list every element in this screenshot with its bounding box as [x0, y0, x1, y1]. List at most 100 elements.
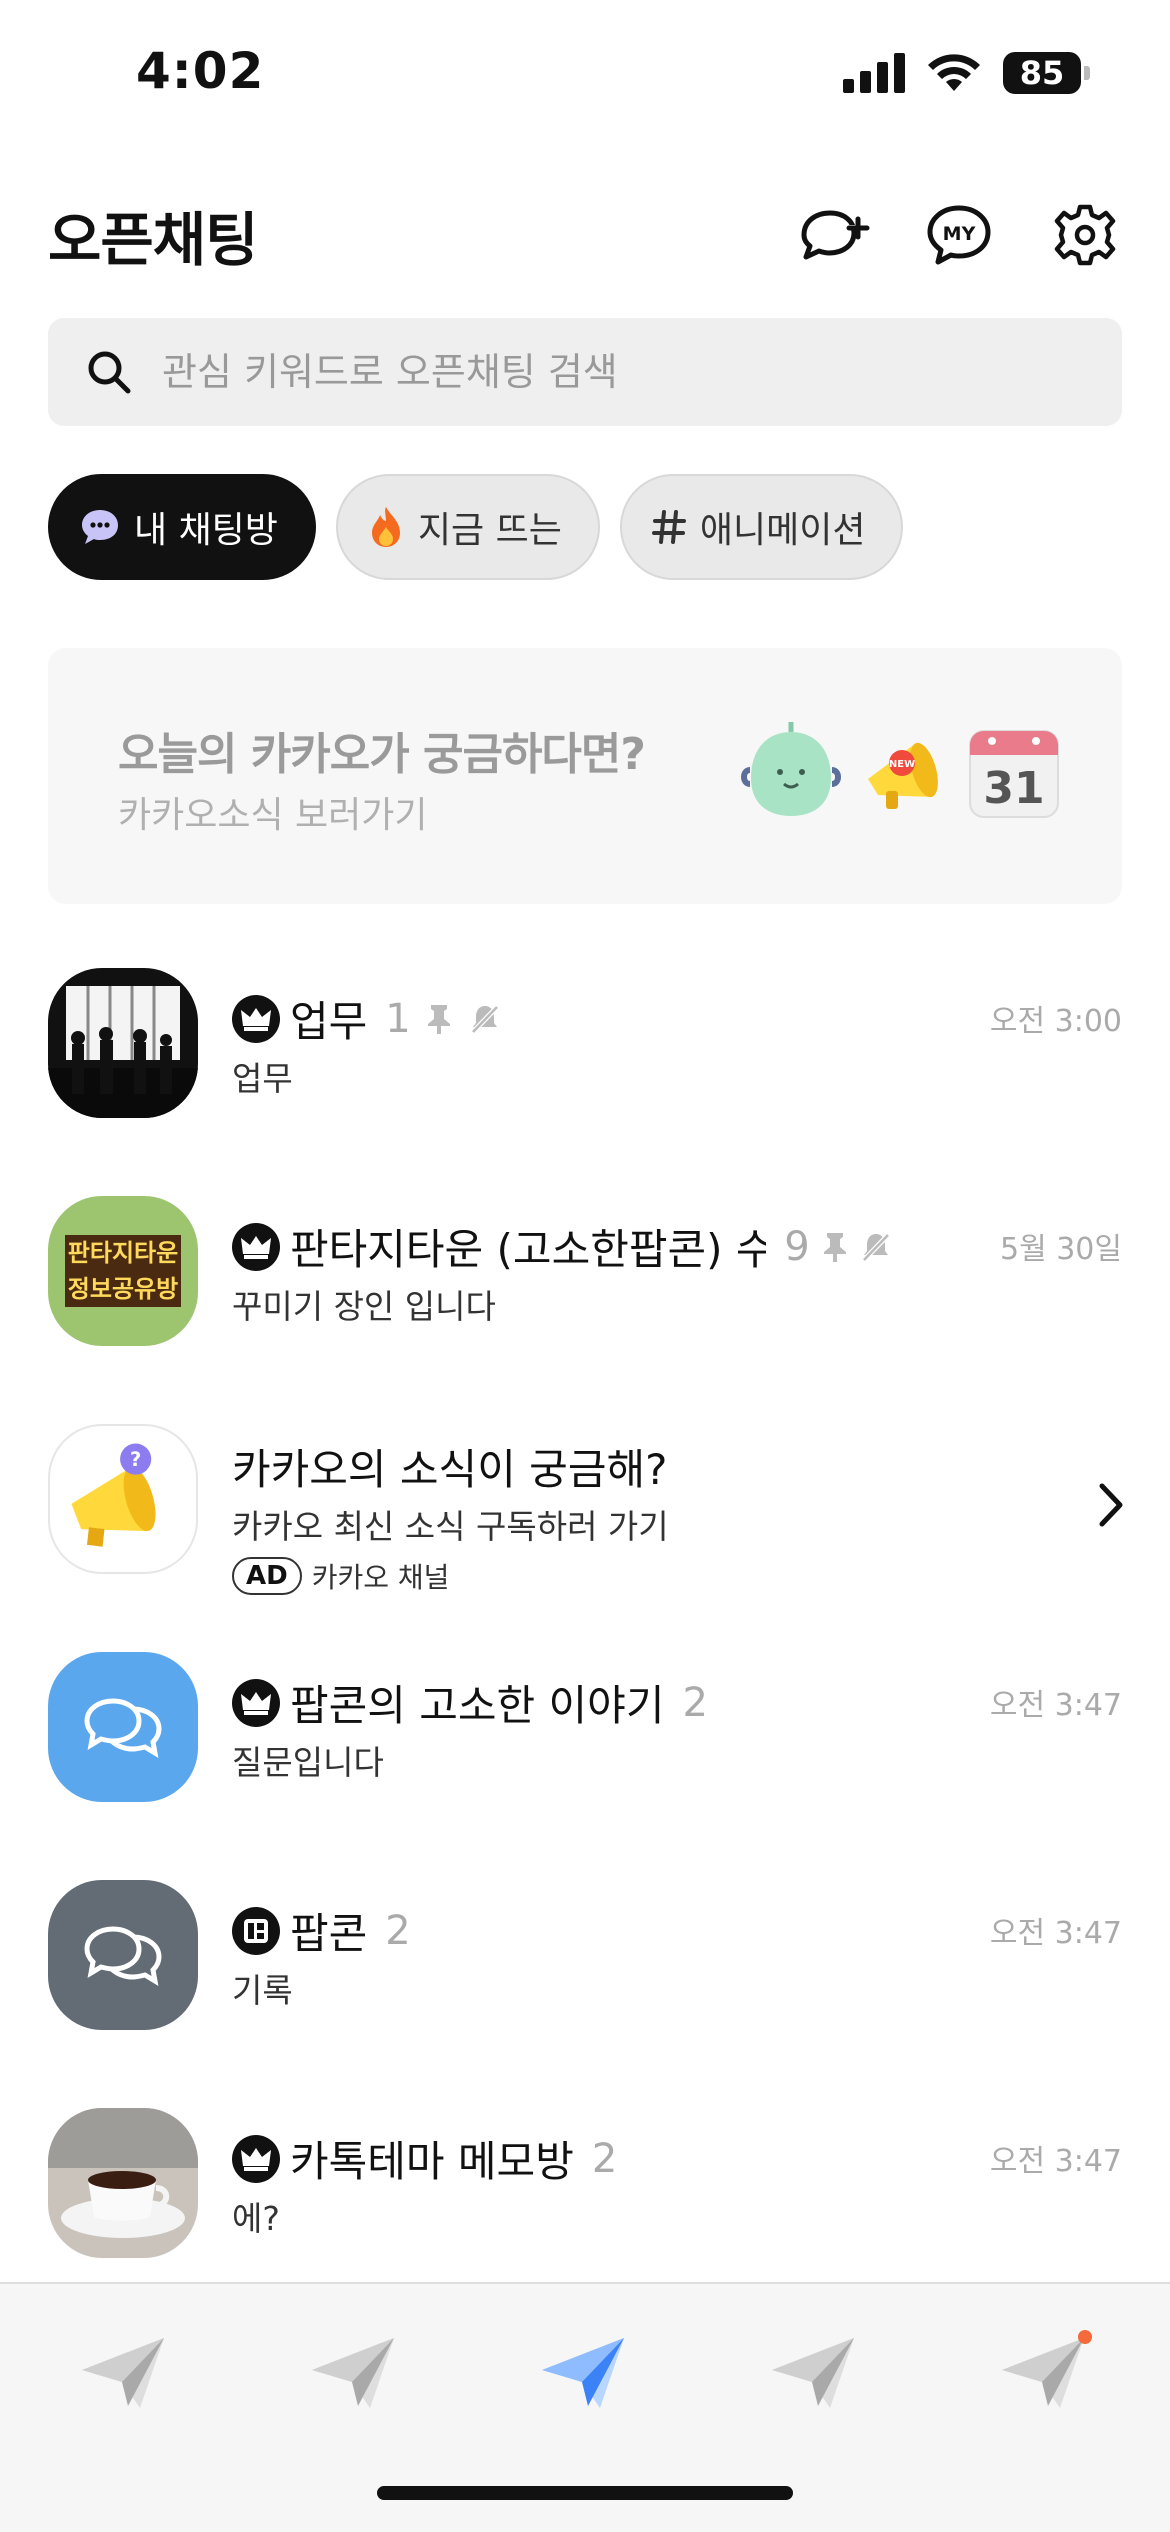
chat-plus-icon: [801, 210, 870, 260]
battery-indicator: 85: [1003, 52, 1090, 94]
calendar-day: 31: [983, 763, 1044, 814]
chat-row-popcorn[interactable]: 팝콘 2 기록 오전 3:47: [0, 1872, 1170, 2100]
chip-label: 지금 뜨는: [417, 510, 562, 551]
chip-label: 애니메이션: [699, 510, 866, 551]
banner-illustrations: NEW 31: [736, 718, 1062, 828]
crown-icon: [232, 1678, 280, 1727]
office-silhouette-image: [48, 968, 198, 1118]
page-title: 오픈채팅: [48, 206, 258, 274]
chat-title-line: 판타지타운 (고소한팝콘) 수다… 9: [232, 1216, 892, 1277]
chat-title-line: 카톡테마 메모방 2: [232, 2128, 617, 2189]
board-icon: [232, 1906, 280, 1955]
chat-avatar: [48, 1880, 198, 2030]
chat-avatar: [48, 1652, 198, 1802]
chat-name: 팝콘의 고소한 이야기: [290, 1681, 665, 1730]
chat-name: 팝콘: [290, 1909, 368, 1958]
mute-icon: [467, 1001, 503, 1037]
notification-dot: [1078, 2330, 1092, 2344]
paper-plane-icon: [772, 2338, 854, 2408]
chat-row-fantasy-town[interactable]: 판타지타운 정보공유방 판타지타운 (고소한팝콘) 수다… 9 꾸미기 장인 입…: [0, 1188, 1170, 1416]
chat-last-message: 에?: [232, 2199, 280, 2238]
chat-name: 판타지타운 (고소한팝콘) 수다…: [290, 1225, 767, 1274]
my-profile-button[interactable]: MY: [922, 198, 996, 272]
mute-icon: [860, 1229, 892, 1265]
chat-avatar: 판타지타운 정보공유방: [48, 1196, 198, 1346]
member-count: 1: [385, 995, 411, 1042]
chat-time: 5월 30일: [1000, 1232, 1122, 1267]
banner-subtitle: 카카오소식 보러가기: [118, 795, 428, 836]
search-input[interactable]: [162, 350, 1062, 394]
crown-icon: [232, 994, 280, 1043]
tab-2[interactable]: [304, 2324, 404, 2424]
chat-last-message: 업무: [232, 1059, 293, 1098]
crown-icon: [232, 2134, 280, 2183]
battery-cap: [1084, 66, 1090, 80]
settings-button[interactable]: [1048, 198, 1122, 272]
signal-icon: [843, 53, 905, 93]
ad-title: 카카오의 소식이 궁금해?: [232, 1436, 667, 1497]
tab-1[interactable]: [74, 2324, 174, 2424]
my-icon: MY: [927, 205, 991, 265]
chat-last-message: 질문입니다: [232, 1743, 384, 1782]
chat-avatar: [48, 968, 198, 1118]
chat-row-work[interactable]: 업무 1 업무 오전 3:00: [0, 960, 1170, 1188]
kakao-news-banner[interactable]: 오늘의 카카오가 궁금하다면? 카카오소식 보러가기 NEW 31: [48, 648, 1122, 904]
header-actions: MY: [796, 198, 1122, 272]
tab-5[interactable]: [994, 2324, 1094, 2424]
gear-icon: [1054, 204, 1116, 266]
status-icons: 85: [843, 52, 1090, 94]
chip-my-chats[interactable]: 내 채팅방: [48, 474, 316, 580]
crown-icon: [232, 1222, 280, 1271]
search-icon: [88, 351, 131, 394]
ad-avatar: ?: [48, 1424, 198, 1574]
wifi-icon: [928, 54, 980, 91]
chat-time: 오전 3:00: [989, 1004, 1122, 1039]
avatar-text: 정보공유방: [64, 1271, 182, 1307]
svg-text:MY: MY: [943, 223, 976, 245]
chat-name: 카톡테마 메모방: [290, 2137, 574, 2186]
chat-list: 업무 1 업무 오전 3:00 판타지타운 정보공유방 판타지타운 (고소한팝콘…: [0, 960, 1170, 2328]
paper-plane-icon: [1002, 2338, 1084, 2408]
megaphone-new-tag: NEW: [889, 759, 915, 770]
coffee-cup-image: [48, 2108, 198, 2258]
megaphone-icon: NEW: [868, 742, 938, 809]
ad-row-kakao-channel[interactable]: ? 카카오의 소식이 궁금해? 카카오 최신 소식 구독하러 가기 AD 카카오…: [0, 1416, 1170, 1644]
chat-title-line: 팝콘 2: [232, 1900, 411, 1961]
filter-chips: 내 채팅방 지금 뜨는 애니메이션: [48, 474, 904, 580]
chip-animation[interactable]: 애니메이션: [619, 474, 904, 580]
banner-title: 오늘의 카카오가 궁금하다면?: [118, 729, 646, 780]
svg-text:?: ?: [130, 1448, 141, 1471]
header: 오픈채팅 MY: [48, 190, 1122, 280]
chat-time: 오전 3:47: [989, 2144, 1122, 2179]
new-chat-button[interactable]: [796, 198, 870, 272]
chat-bubbles-icon: [84, 1698, 162, 1758]
pin-icon: [421, 1001, 457, 1037]
megaphone-question-icon: ?: [71, 1443, 156, 1547]
ad-description: 카카오 최신 소식 구독하러 가기: [232, 1507, 669, 1546]
status-time: 4:02: [136, 42, 265, 100]
tab-4[interactable]: [764, 2324, 864, 2424]
chat-title-line: 업무 1: [232, 988, 503, 1049]
search-bar[interactable]: [48, 318, 1122, 426]
chat-time: 오전 3:47: [989, 1688, 1122, 1723]
battery-level: 85: [1003, 52, 1081, 94]
chevron-right-icon[interactable]: [1096, 1480, 1126, 1534]
chip-label: 내 채팅방: [134, 510, 278, 551]
chat-row-popcorn-story[interactable]: 팝콘의 고소한 이야기 2 질문입니다 오전 3:47: [0, 1644, 1170, 1872]
fire-icon: [371, 507, 400, 547]
status-bar: 4:02 85: [0, 0, 1170, 150]
chat-avatar: [48, 2108, 198, 2258]
member-count: 2: [591, 2135, 618, 2182]
chat-last-message: 꾸미기 장인 입니다: [232, 1287, 496, 1326]
chat-time: 오전 3:47: [989, 1916, 1122, 1951]
avatar-text: 판타지타운: [64, 1235, 182, 1271]
hashtag-icon: [651, 510, 686, 544]
chip-trending[interactable]: 지금 뜨는: [335, 474, 600, 580]
tab-3-active[interactable]: [534, 2324, 634, 2424]
ad-meta: AD 카카오 채널: [232, 1556, 449, 1596]
member-count: 2: [385, 1907, 411, 1954]
chat-last-message: 기록: [232, 1971, 293, 2010]
chat-bubble-icon: [82, 510, 118, 544]
member-count: 9: [784, 1223, 810, 1270]
chat-title-line: 팝콘의 고소한 이야기 2: [232, 1672, 708, 1733]
